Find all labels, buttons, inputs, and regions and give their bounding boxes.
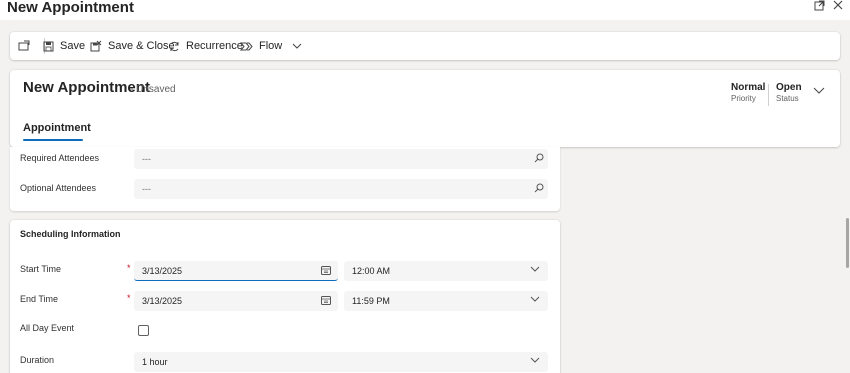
- recurrence-button[interactable]: Recurrence: [169, 38, 243, 54]
- priority-label: Priority: [731, 94, 756, 103]
- record-save-state: - Unsaved: [130, 84, 176, 95]
- flow-label: Flow: [259, 40, 283, 52]
- save-label: Save: [60, 40, 86, 52]
- save-icon: [43, 41, 54, 51]
- header-field-separator: [768, 84, 769, 106]
- save-close-label: Save & Close: [108, 40, 175, 52]
- record-header: New Appointment - Unsaved Normal Priorit…: [10, 70, 840, 147]
- status-label: Status: [776, 94, 799, 103]
- required-attendees-value: ---: [142, 154, 151, 164]
- end-time-label: End Time: [20, 294, 59, 304]
- required-marker: *: [127, 263, 131, 273]
- tab-appointment[interactable]: Appointment: [23, 122, 91, 134]
- flow-button[interactable]: Flow: [240, 38, 308, 54]
- end-time-select[interactable]: 11:59 PM: [344, 291, 548, 311]
- chevron-down-icon: [530, 295, 540, 305]
- save-close-icon: [90, 40, 102, 52]
- flow-icon: [240, 42, 253, 50]
- required-attendees-input[interactable]: ---: [134, 149, 548, 169]
- end-date-input[interactable]: 3/13/2025: [134, 291, 338, 311]
- duration-value: 1 hour: [142, 357, 168, 367]
- start-date-input[interactable]: 3/13/2025: [134, 261, 338, 281]
- tab-selected-indicator: [23, 139, 83, 141]
- required-attendees-label: Required Attendees: [20, 153, 100, 163]
- end-date-value: 3/13/2025: [142, 296, 183, 306]
- attendees-section: Required Attendees --- Optional Attendee…: [10, 147, 560, 211]
- duration-select[interactable]: 1 hour: [134, 352, 548, 372]
- duration-label: Duration: [20, 355, 55, 365]
- scrollbar-thumb[interactable]: [846, 218, 849, 268]
- chevron-down-icon: [292, 43, 302, 49]
- start-time-value: 12:00 AM: [352, 266, 391, 276]
- open-window-icon: [18, 40, 30, 51]
- start-time-label: Start Time: [20, 264, 62, 274]
- chevron-down-icon: [530, 356, 540, 366]
- end-time-value: 11:59 PM: [352, 296, 390, 306]
- priority-value: Normal: [731, 82, 766, 93]
- section-title: Scheduling Information: [20, 229, 121, 239]
- popout-icon[interactable]: [813, 0, 825, 12]
- open-in-new-window-button[interactable]: [18, 38, 36, 54]
- all-day-event-label: All Day Event: [20, 323, 75, 333]
- scheduling-section: Scheduling Information Start Time * 3/13…: [10, 220, 560, 373]
- chevron-down-icon: [813, 87, 825, 94]
- search-icon[interactable]: [534, 183, 544, 195]
- calendar-icon[interactable]: [321, 265, 331, 277]
- start-time-select[interactable]: 12:00 AM: [344, 261, 548, 281]
- recurrence-icon: [170, 41, 179, 51]
- window-titlebar: New Appointment: [0, 0, 850, 20]
- optional-attendees-value: ---: [142, 184, 151, 194]
- optional-attendees-label: Optional Attendees: [20, 183, 97, 193]
- calendar-icon[interactable]: [321, 295, 331, 307]
- optional-attendees-input[interactable]: ---: [134, 179, 548, 199]
- save-button[interactable]: Save: [43, 38, 85, 54]
- recurrence-label: Recurrence: [186, 40, 243, 52]
- status-field: Open Status: [776, 82, 802, 103]
- search-icon[interactable]: [534, 153, 544, 165]
- header-expand-button[interactable]: [813, 82, 825, 100]
- all-day-event-checkbox[interactable]: [138, 325, 149, 336]
- required-marker: *: [127, 293, 131, 303]
- priority-field: Normal Priority: [731, 82, 765, 103]
- start-date-value: 3/13/2025: [142, 266, 183, 276]
- save-and-close-button[interactable]: Save & Close: [90, 38, 175, 54]
- close-icon[interactable]: [832, 0, 844, 12]
- status-value: Open: [776, 82, 802, 93]
- window-title: New Appointment: [7, 0, 134, 16]
- chevron-down-icon: [530, 265, 540, 275]
- command-bar: Save Save & Close Recurrence Flow: [10, 32, 840, 60]
